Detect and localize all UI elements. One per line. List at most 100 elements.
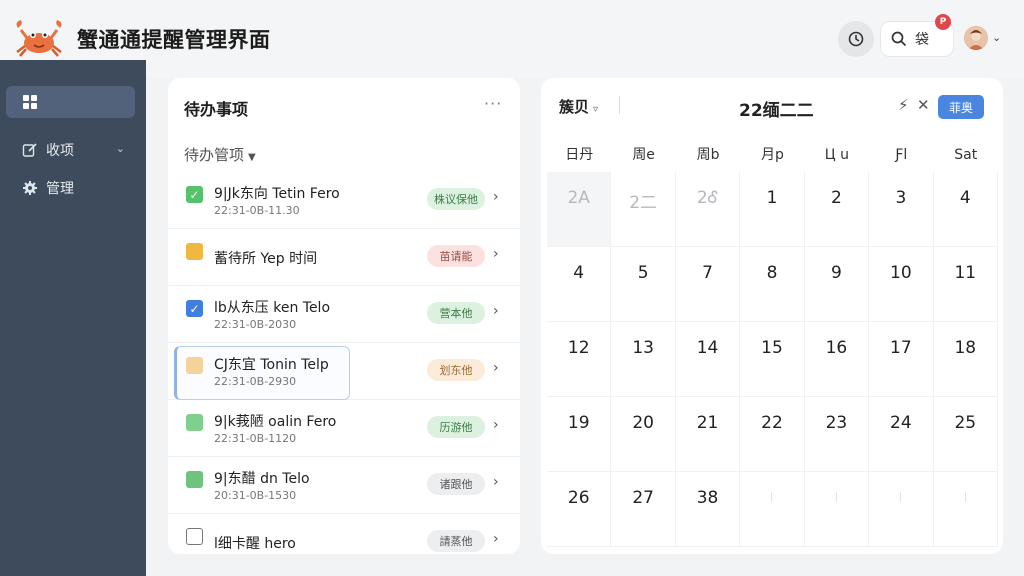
sidebar-item-dashboard[interactable] <box>6 86 135 118</box>
calendar-day[interactable]: 2二 <box>611 172 676 247</box>
todo-filter-dropdown[interactable]: 待办管项 ▼ <box>184 144 256 165</box>
weekday-label: Ц u <box>824 147 849 163</box>
calendar-day[interactable]: 13 <box>611 322 676 397</box>
status-badge: 請蒸他 <box>427 530 485 552</box>
task-icon[interactable] <box>186 357 203 374</box>
calendar-day[interactable]: 14 <box>675 322 741 397</box>
chevron-down-icon: ⌄ <box>115 142 125 155</box>
sidebar-item-tasks[interactable]: 收项 ⌄ <box>6 134 135 166</box>
calendar-day[interactable]: 20 <box>611 397 676 472</box>
calendar-day[interactable]: 10 <box>869 247 934 322</box>
calendar-day[interactable] <box>740 472 805 547</box>
notification-badge[interactable]: P <box>935 14 951 30</box>
todo-item-time: 22:31-0B-2930 <box>214 375 297 388</box>
checkbox-checked-icon[interactable]: ✓ <box>186 300 203 317</box>
chevron-right-icon[interactable]: › <box>493 189 499 205</box>
weekday-label: Sat <box>954 147 978 163</box>
calendar-day[interactable]: 12 <box>547 322 612 397</box>
calendar-day[interactable] <box>869 472 934 547</box>
divider <box>619 96 620 114</box>
todo-item[interactable]: ✓ 9|Jk东向 Tetin Fero 22:31-0B-11.30 株议保他 › <box>168 172 520 229</box>
calendar-day[interactable]: 9 <box>804 247 870 322</box>
calendar-day[interactable]: 2 <box>804 172 870 247</box>
todo-list: ✓ 9|Jk东向 Tetin Fero 22:31-0B-11.30 株议保他 › 蓄待所… <box>168 172 520 554</box>
calendar-day[interactable]: 22 <box>740 397 805 472</box>
calendar-day[interactable]: 24 <box>869 397 934 472</box>
calendar-day[interactable] <box>933 472 998 547</box>
calendar-day[interactable]: 7 <box>675 247 741 322</box>
todo-item[interactable]: 蓄待所 Yep 时间 苗请能 › <box>168 229 520 286</box>
crab-logo-icon <box>12 18 66 58</box>
app-title: 蟹通通提醒管理界面 <box>77 28 271 52</box>
checkbox-checked-icon[interactable]: ✓ <box>186 186 203 203</box>
calendar-day[interactable]: 25 <box>933 397 998 472</box>
calendar-day[interactable]: 17 <box>869 322 934 397</box>
calendar-day[interactable]: 2A <box>547 172 612 247</box>
calendar-day[interactable]: 21 <box>675 397 741 472</box>
status-badge: 营本他 <box>427 302 485 324</box>
todo-item[interactable]: CJ东宜 Tonin Telp 22:31-0B-2930 划东他 › <box>168 343 520 400</box>
todo-panel: 待办事项 ··· 待办管项 ▼ ✓ 9|Jk东向 Tetin Fero 22:31-0… <box>168 78 520 554</box>
sidebar-item-manage[interactable]: 管理 <box>6 172 135 204</box>
todo-item-name: 9|k莪陋 oalin Fero <box>214 414 337 430</box>
calendar-day[interactable]: 18 <box>933 322 998 397</box>
task-icon[interactable] <box>186 471 203 488</box>
weekday-label: Ƒl <box>895 147 908 163</box>
calendar-day[interactable]: 2Ꮄ <box>675 172 741 247</box>
todo-item-name: l细卡醒 hero <box>214 536 296 552</box>
refresh-icon <box>848 31 864 47</box>
calendar-month-title: 22缅二二 <box>739 101 814 121</box>
bolt-icon[interactable]: ⚡ <box>898 96 909 114</box>
calendar-action-button[interactable]: 菲奥 <box>938 95 984 119</box>
top-header: 蟹通通提醒管理界面 袋 P ⌄ <box>0 0 1024 78</box>
close-icon[interactable]: ✕ <box>917 96 930 114</box>
calendar-view-dropdown[interactable]: 簇贝 ▿ <box>559 96 598 117</box>
calendar-day[interactable] <box>804 472 870 547</box>
avatar[interactable] <box>964 26 988 50</box>
calendar-day[interactable]: 15 <box>740 322 805 397</box>
calendar-day[interactable]: 19 <box>547 397 612 472</box>
weekday-label: 周e <box>632 147 655 163</box>
calendar-day[interactable]: 3 <box>869 172 934 247</box>
todo-item-time: 22:31-0B-1120 <box>214 432 297 445</box>
todo-item[interactable]: ✓ lb从东压 ken Telo 22:31-0B-2030 营本他 › <box>168 286 520 343</box>
todo-item[interactable]: 9|东醋 dn Telo 20:31-0B-1530 诸跟他 › <box>168 457 520 514</box>
calendar-day[interactable]: 5 <box>611 247 676 322</box>
calendar-day[interactable]: 1 <box>740 172 805 247</box>
calendar-grid: 日丹 周e 周b 月p Ц u Ƒl Sat 2A 2二 2Ꮄ 1 2 3 4 4 5 7 8 9 10 11 12 13… <box>547 138 998 547</box>
todo-item[interactable]: l细卡醒 hero 請蒸他 › <box>168 514 520 554</box>
calendar-day[interactable]: 23 <box>804 397 870 472</box>
calendar-day[interactable]: 4 <box>933 172 998 247</box>
chevron-right-icon[interactable]: › <box>493 531 499 547</box>
todo-item-time: 20:31-0B-1530 <box>214 489 297 502</box>
status-badge: 历游他 <box>427 416 485 438</box>
task-icon[interactable] <box>186 528 203 545</box>
task-icon[interactable] <box>186 414 203 431</box>
more-options-button[interactable]: ··· <box>484 94 502 113</box>
chevron-right-icon[interactable]: › <box>493 360 499 376</box>
chevron-right-icon[interactable]: › <box>493 474 499 490</box>
calendar-day[interactable]: 26 <box>547 472 612 547</box>
gear-icon <box>23 181 37 195</box>
todo-item[interactable]: 9|k莪陋 oalin Fero 22:31-0B-1120 历游他 › <box>168 400 520 457</box>
calendar-days: 2A 2二 2Ꮄ 1 2 3 4 4 5 7 8 9 10 11 12 13 14 15 16 17 18 19 20 21 2… <box>547 172 998 547</box>
calendar-day[interactable]: 16 <box>804 322 870 397</box>
calendar-panel: 簇贝 ▿ 22缅二二 ⚡ ✕ 菲奥 日丹 周e 周b 月p Ц u Ƒl Sat 2A 2二 2Ꮄ… <box>541 78 1003 554</box>
calendar-day[interactable]: 4 <box>547 247 612 322</box>
chevron-right-icon[interactable]: › <box>493 417 499 433</box>
search-label: 袋 <box>915 32 929 48</box>
calendar-weekday-header: 日丹 周e 周b 月p Ц u Ƒl Sat <box>547 138 998 172</box>
chevron-down-icon[interactable]: ⌄ <box>992 31 1001 44</box>
chevron-right-icon[interactable]: › <box>493 246 499 262</box>
todo-item-time: 22:31-0B-11.30 <box>214 204 300 217</box>
calendar-day[interactable]: 11 <box>933 247 998 322</box>
calendar-day[interactable]: 27 <box>611 472 676 547</box>
calendar-day[interactable]: 8 <box>740 247 805 322</box>
calendar-day[interactable]: 38 <box>675 472 741 547</box>
weekday-label: 周b <box>696 147 720 163</box>
chevron-right-icon[interactable]: › <box>493 303 499 319</box>
refresh-button[interactable] <box>838 21 874 57</box>
task-icon[interactable] <box>186 243 203 260</box>
status-badge: 诸跟他 <box>427 473 485 495</box>
todo-title: 待办事项 <box>184 100 249 119</box>
